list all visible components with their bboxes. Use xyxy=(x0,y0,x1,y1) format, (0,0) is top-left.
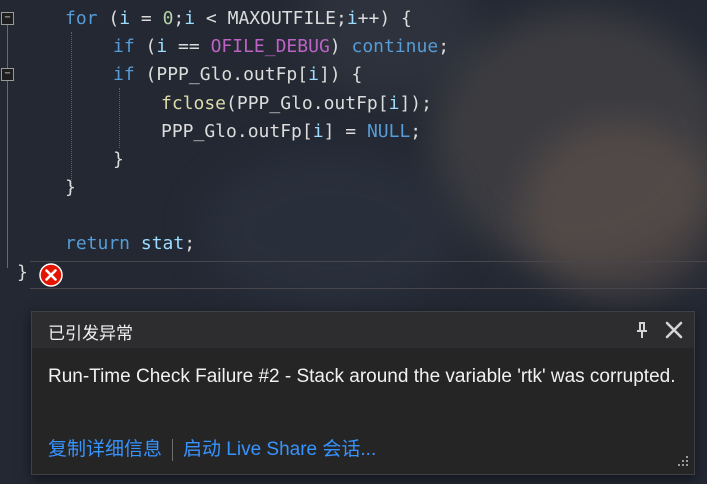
link-separator xyxy=(172,438,174,461)
code-line-3: if (PPP_Glo.outFp[i]) { xyxy=(113,64,363,85)
collapse-toggle-if[interactable]: − xyxy=(1,68,14,81)
code-editor[interactable]: − − for (i = 0;i < MAXOUTFILE;i++) { if … xyxy=(0,0,707,300)
indent-guide xyxy=(119,88,120,148)
current-line-highlight xyxy=(30,261,707,289)
exception-actions: 复制详细信息 启动 Live Share 会话... xyxy=(48,434,376,461)
collapse-toggle-for[interactable]: − xyxy=(1,12,14,25)
code-line-10: } xyxy=(17,262,28,283)
code-line-9: return stat; xyxy=(65,233,196,254)
fold-line xyxy=(7,25,8,68)
close-icon[interactable] xyxy=(664,320,684,340)
fold-line xyxy=(7,81,8,268)
code-line-2: if (i == OFILE_DEBUG) continue; xyxy=(113,36,450,57)
exception-message: Run-Time Check Failure #2 - Stack around… xyxy=(48,366,676,387)
indent-guide xyxy=(71,32,72,192)
code-line-1: for (i = 0;i < MAXOUTFILE;i++) { xyxy=(65,8,412,29)
exception-popup-header: 已引发异常 xyxy=(32,312,694,348)
code-line-4: fclose(PPP_Glo.outFp[i]); xyxy=(161,93,432,114)
code-line-6: } xyxy=(113,149,124,170)
copy-details-link[interactable]: 复制详细信息 xyxy=(48,439,162,460)
error-circle-icon[interactable] xyxy=(39,263,63,287)
code-line-7: } xyxy=(65,177,76,198)
start-live-share-link[interactable]: 启动 Live Share 会话... xyxy=(183,439,376,460)
exception-popup: 已引发异常 Run-Time Check Failure #2 - Stack … xyxy=(31,311,695,475)
resize-grip-icon[interactable] xyxy=(674,454,690,470)
code-line-5: PPP_Glo.outFp[i] = NULL; xyxy=(161,121,422,142)
exception-title: 已引发异常 xyxy=(48,324,133,344)
pin-icon[interactable] xyxy=(632,320,652,340)
